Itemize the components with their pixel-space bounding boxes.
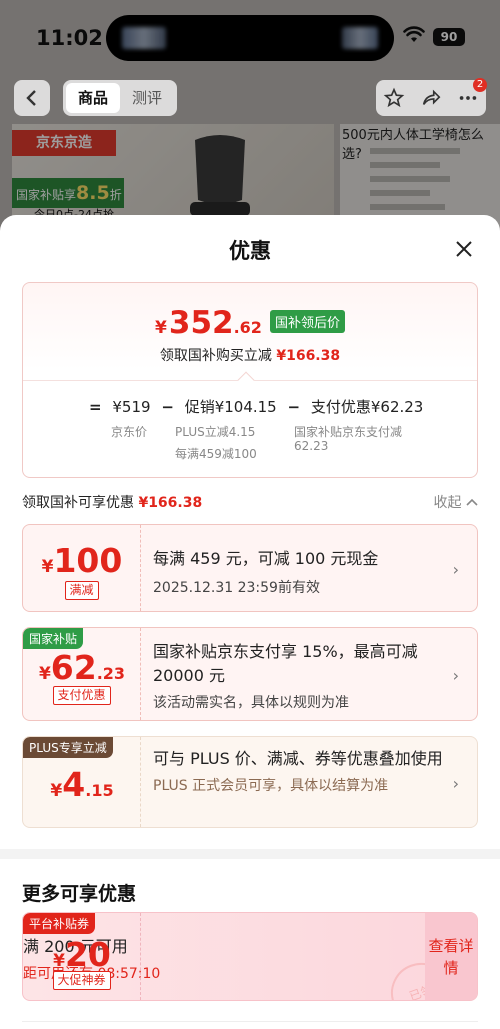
coupon-currency: ¥ [50, 781, 63, 801]
coupon-dec: .15 [85, 781, 114, 800]
coupon-int: 62 [50, 648, 97, 687]
coupon-amount-area: ¥62.23 支付优惠 [23, 628, 141, 720]
payment-discount: 支付优惠¥62.23 [310, 398, 424, 416]
coupon-type: 满减 [64, 581, 99, 600]
coupon-amount: ¥62.23 [23, 648, 141, 687]
coupon-info: 可与 PLUS 价、满减、券等优惠叠加使用 PLUS 正式会员可享，具体以结算为… [153, 737, 443, 827]
minus-sign: − [161, 398, 174, 416]
coupon-desc: 2025.12.31 23:59前有效 [153, 580, 320, 596]
coupon-title: 可与 PLUS 价、满减、券等优惠叠加使用 [153, 749, 443, 768]
subsidy-discount-header: 领取国补可享优惠 ¥166.38 收起 [22, 492, 478, 514]
close-button[interactable] [450, 235, 478, 263]
coupon-desc: PLUS 正式会员可享，具体以结算为准 [153, 778, 389, 794]
price-integer: 352 [168, 305, 234, 341]
coupon-int: 20 [64, 935, 111, 974]
coupon-int: 4 [62, 765, 86, 804]
promo-discount: 促销¥104.15 [184, 398, 277, 416]
chevron-up-icon [466, 498, 478, 506]
divider [22, 1021, 478, 1022]
price-decimal: .62 [233, 318, 262, 337]
promo-label: 每满459减100 [175, 447, 257, 461]
message-badge: 2 [473, 78, 487, 92]
price-breakdown: = ¥519 − 促销¥104.15 − 支付优惠¥62.23 [89, 396, 429, 417]
star-icon[interactable] [383, 87, 405, 109]
coupon-dec: .23 [96, 664, 126, 683]
discount-sheet: 优惠 ¥ 352 .62 国补领后价 领取国补购买立减 ¥166.38 = ¥5… [0, 215, 500, 1029]
collapse-toggle[interactable]: 收起 [434, 492, 478, 512]
promo-label: PLUS立减4.15 [175, 425, 256, 439]
coupon-plus-member[interactable]: PLUS专享立减 ¥4.15 可与 PLUS 价、满减、券等优惠叠加使用 PLU… [22, 736, 478, 828]
payment-label: 国家补贴京东支付减 [294, 425, 403, 439]
chevron-left-icon [26, 90, 36, 106]
more-discounts-title: 更多可享优惠 [22, 883, 137, 905]
final-price: ¥ 352 .62 国补领后价 [23, 305, 477, 341]
coupon-currency: ¥ [38, 664, 51, 684]
payment-label: 62.23 [294, 439, 329, 453]
price-summary-card: ¥ 352 .62 国补领后价 领取国补购买立减 ¥166.38 = ¥519 … [22, 282, 478, 478]
section-separator [0, 849, 500, 859]
chevron-right-icon: › [452, 666, 459, 685]
coupon-amount-area: ¥20 大促神券 [23, 913, 141, 1000]
subtext-label: 领取国补购买立减 [159, 348, 272, 364]
share-icon[interactable] [420, 87, 442, 109]
coupon-currency: ¥ [53, 951, 65, 971]
subtext-amount: ¥166.38 [276, 348, 341, 364]
coupon-info: 国家补贴京东支付享 15%，最高可减 20000 元 该活动需实名，具体以规则为… [153, 628, 443, 720]
collapse-label: 收起 [433, 495, 462, 511]
view-details-button[interactable]: 查看详情 [425, 913, 477, 1000]
subsidy-discount-label: 领取国补可享优惠 ¥166.38 [22, 492, 202, 512]
price-tag: 国补领后价 [269, 310, 345, 333]
coupon-full-reduction[interactable]: ¥100 满减 每满 459 元，可减 100 元现金 2025.12.31 2… [22, 524, 478, 612]
chevron-right-icon: › [452, 560, 459, 579]
equals-sign: = [89, 398, 102, 416]
coupon-amount: ¥4.15 [23, 765, 141, 804]
subsidy-discount-text: 领取国补可享优惠 [22, 495, 134, 511]
coupon-amount-area: ¥100 满减 [23, 525, 141, 611]
coupon-info: 每满 459 元，可减 100 元现金 2025.12.31 23:59前有效 [153, 525, 443, 611]
nav-actions [376, 80, 486, 116]
base-price: ¥519 [112, 398, 151, 416]
page-tabs: 商品 测评 [63, 80, 177, 116]
platform-coupon[interactable]: 平台补贴券 ¥20 大促神券 满 200 元可用 距可用还有 08:57:10 … [22, 912, 478, 1001]
coupon-title: 国家补贴京东支付享 15%，最高可减 20000 元 [153, 642, 418, 685]
subsidy-discount-amount: ¥166.38 [138, 495, 203, 511]
tab-review[interactable]: 测评 [120, 83, 174, 113]
base-price-label: 京东价 [111, 425, 148, 439]
coupon-currency: ¥ [41, 557, 54, 577]
coupon-title: 每满 459 元，可减 100 元现金 [153, 549, 379, 568]
coupon-amount: ¥100 [23, 541, 141, 580]
price-subtext: 领取国补购买立减 ¥166.38 [23, 345, 477, 365]
minus-sign: − [287, 398, 301, 416]
close-icon [456, 241, 472, 257]
tab-product[interactable]: 商品 [66, 83, 120, 113]
divider-notch [237, 371, 255, 389]
coupon-national-subsidy[interactable]: 国家补贴 ¥62.23 支付优惠 国家补贴京东支付享 15%，最高可减 2000… [22, 627, 478, 721]
coupon-int: 100 [53, 541, 123, 580]
coupon-amount: ¥20 [23, 935, 141, 974]
coupon-type: 支付优惠 [52, 686, 111, 705]
coupon-type: 大促神券 [52, 971, 111, 990]
chevron-right-icon: › [452, 774, 459, 793]
coupon-desc: 该活动需实名，具体以规则为准 [153, 695, 349, 711]
coupon-amount-area: ¥4.15 [23, 737, 141, 827]
back-button[interactable] [14, 80, 50, 116]
price-currency: ¥ [155, 318, 167, 338]
sheet-title: 优惠 [229, 239, 271, 263]
